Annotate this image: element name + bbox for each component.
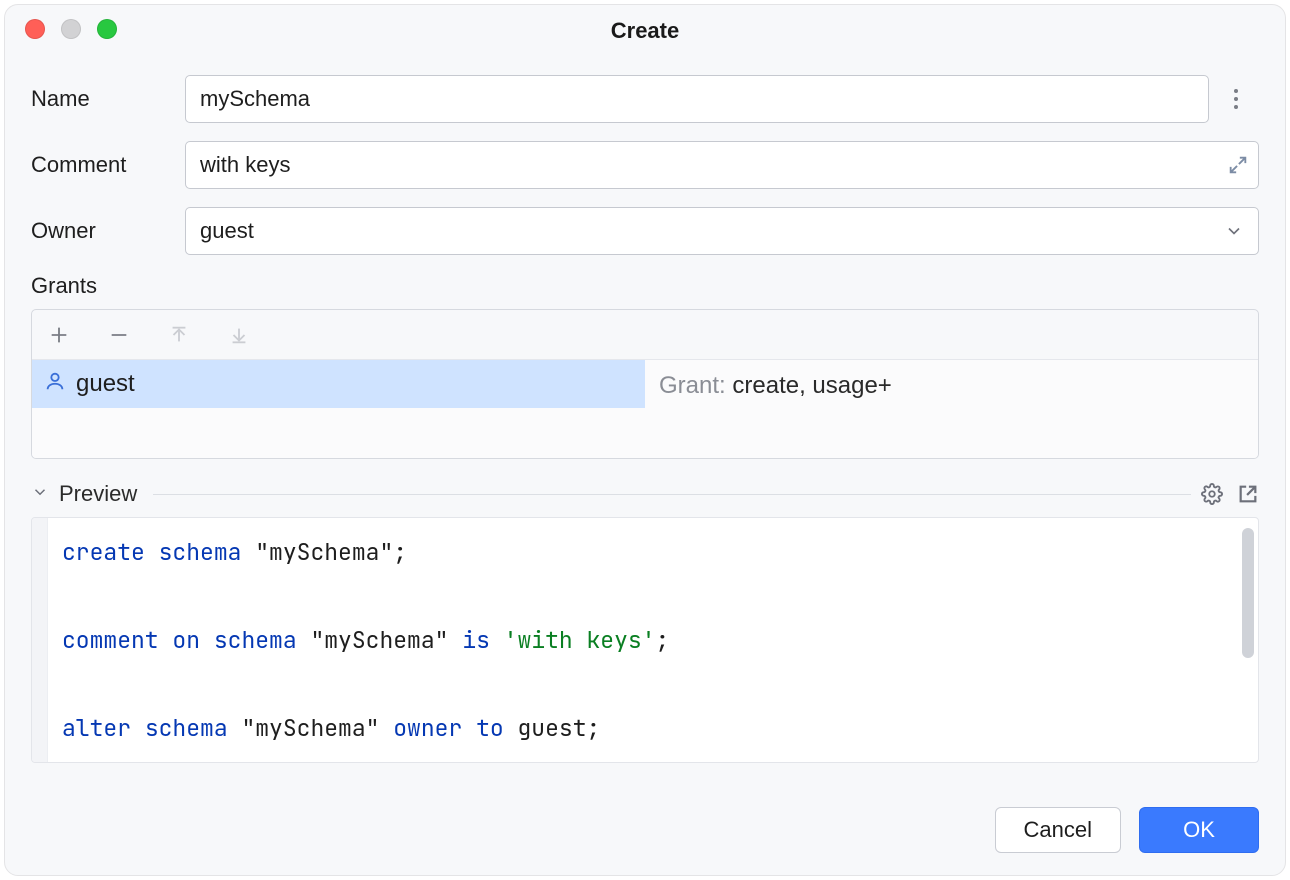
- dialog-window: Create Name Comment Owner guest: [4, 4, 1286, 876]
- divider: [153, 494, 1191, 495]
- ok-button[interactable]: OK: [1139, 807, 1259, 853]
- move-up-button[interactable]: [166, 322, 192, 348]
- zoom-window-button[interactable]: [97, 19, 117, 39]
- grant-detail-value: create, usage+: [732, 372, 891, 399]
- grants-toolbar: [32, 310, 1258, 360]
- minimize-window-button[interactable]: [61, 19, 81, 39]
- grants-label: Grants: [31, 273, 1259, 299]
- grant-principal: guest: [76, 370, 135, 398]
- grants-list[interactable]: guest: [32, 360, 645, 458]
- gear-icon[interactable]: [1201, 483, 1223, 505]
- sql-text: create schema "mySchema"; comment on sch…: [62, 530, 1234, 750]
- owner-label: Owner: [31, 218, 181, 244]
- sql-preview[interactable]: create schema "mySchema"; comment on sch…: [31, 517, 1259, 763]
- disclosure-toggle[interactable]: [31, 481, 49, 507]
- open-external-icon[interactable]: [1237, 483, 1259, 505]
- form: Name Comment Owner guest: [5, 57, 1285, 255]
- editor-gutter: [32, 518, 48, 762]
- cancel-button[interactable]: Cancel: [995, 807, 1121, 853]
- comment-input[interactable]: [185, 141, 1259, 189]
- comment-label: Comment: [31, 152, 181, 178]
- close-window-button[interactable]: [25, 19, 45, 39]
- grants-panel: guest Grant: create, usage+: [31, 309, 1259, 459]
- list-item[interactable]: guest: [32, 360, 645, 408]
- owner-value: guest: [200, 218, 254, 244]
- move-down-button[interactable]: [226, 322, 252, 348]
- add-grant-button[interactable]: [46, 322, 72, 348]
- dialog-footer: Cancel OK: [5, 789, 1285, 875]
- name-input[interactable]: [185, 75, 1209, 123]
- scrollbar-thumb[interactable]: [1242, 528, 1254, 658]
- remove-grant-button[interactable]: [106, 322, 132, 348]
- preview-label: Preview: [59, 481, 137, 507]
- chevron-down-icon: [1224, 221, 1244, 241]
- owner-select[interactable]: guest: [185, 207, 1259, 255]
- name-more-button[interactable]: [1213, 75, 1259, 123]
- titlebar: Create: [5, 5, 1285, 57]
- dialog-title: Create: [611, 18, 679, 44]
- more-vertical-icon: [1234, 89, 1238, 109]
- name-label: Name: [31, 86, 181, 112]
- window-controls: [25, 19, 117, 39]
- expand-editor-icon[interactable]: [1223, 150, 1253, 180]
- grants-body: guest Grant: create, usage+: [32, 360, 1258, 458]
- preview-header: Preview: [5, 481, 1285, 507]
- user-icon: [44, 370, 66, 399]
- grant-detail: Grant: create, usage+: [645, 360, 1258, 458]
- grants-section: Grants: [5, 255, 1285, 459]
- grant-detail-label: Grant:: [659, 372, 726, 399]
